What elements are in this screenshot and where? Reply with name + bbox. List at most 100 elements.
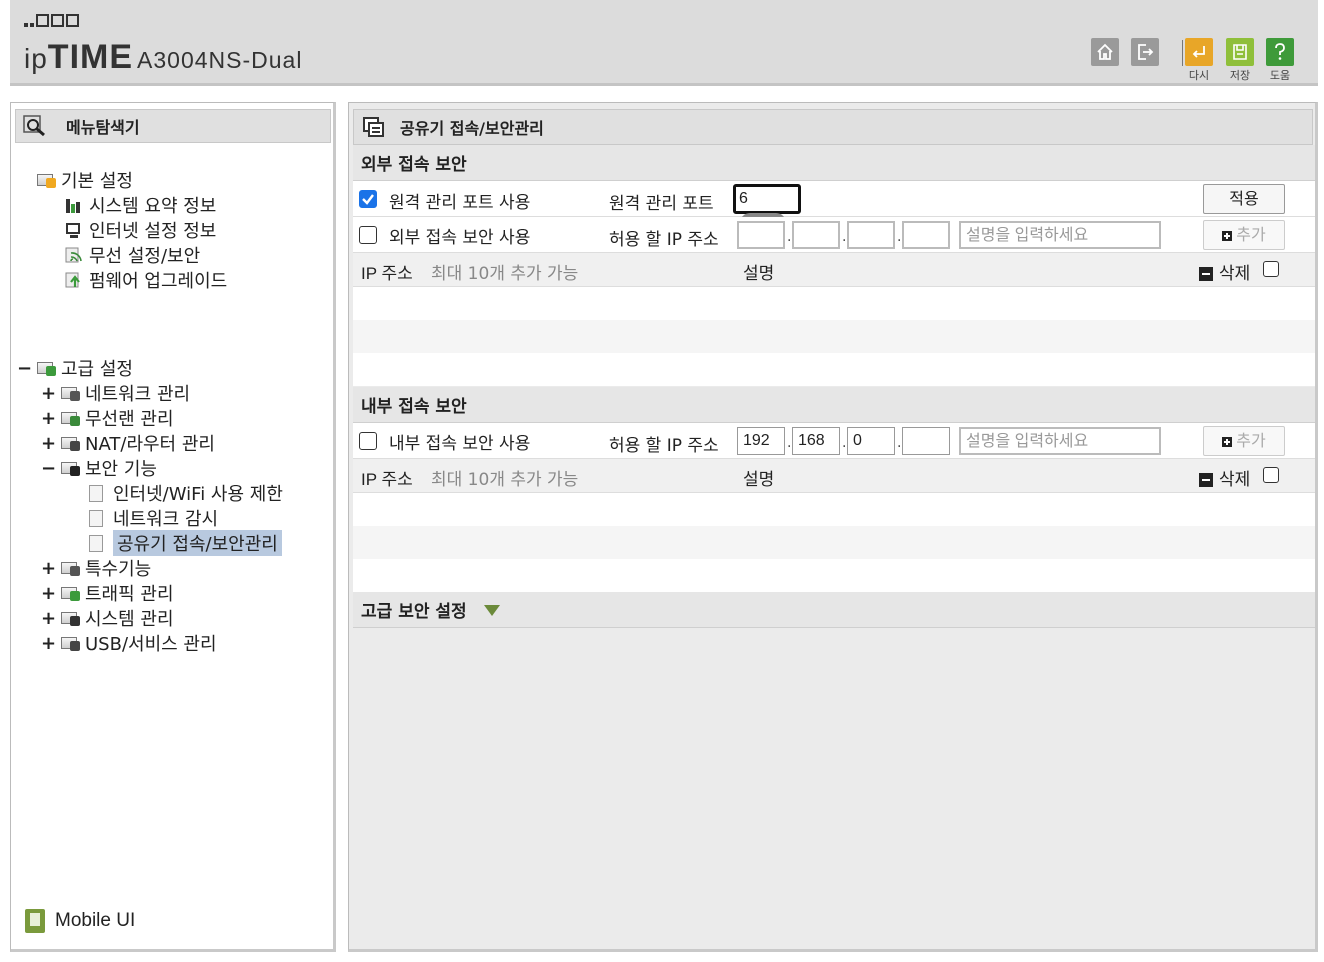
header-bar: ipTIME A3004NS-Dual 다시 저장 도움	[10, 0, 1318, 86]
tree-label: 트래픽 관리	[85, 584, 174, 605]
window-icon	[363, 117, 384, 137]
expand-toggle[interactable]: +	[41, 583, 56, 604]
upgrade-icon	[65, 272, 83, 288]
home-button[interactable]	[1091, 38, 1119, 66]
ext-add-button[interactable]: 추가	[1203, 220, 1285, 250]
expand-toggle[interactable]: +	[41, 408, 56, 429]
expand-toggle[interactable]: +	[41, 383, 56, 404]
external-list-row	[353, 353, 1315, 386]
tree-item-nat-router[interactable]: + NAT/라우터 관리	[41, 430, 215, 456]
tree-item-internet-wifi-limit[interactable]: 인터넷/WiFi 사용 제한	[89, 480, 283, 506]
redo-icon	[1192, 46, 1205, 58]
int-ip-octet-3[interactable]: 0	[847, 427, 895, 455]
tree-item-special[interactable]: + 특수기능	[41, 555, 151, 581]
expand-toggle[interactable]: +	[41, 633, 56, 654]
tree-item-wireless-security[interactable]: 무선 설정/보안	[65, 242, 200, 268]
allowed-ip-label: 허용 할 IP 주소	[609, 230, 719, 250]
list-hint: 최대 10개 추가 가능	[431, 470, 579, 490]
int-ip-octet-1[interactable]: 192	[737, 427, 785, 455]
menu-explorer-panel: 메뉴탐색기 기본 설정 시스템 요약 정보 인터넷 설정 정보 무선 설정/보안…	[10, 102, 336, 952]
collapse-toggle[interactable]: −	[17, 358, 32, 379]
external-security-checkbox-label: 외부 접속 보안 사용	[389, 228, 531, 248]
ext-ip-octet-4[interactable]	[902, 221, 950, 249]
expand-toggle[interactable]: +	[41, 558, 56, 579]
tree-item-system-summary[interactable]: 시스템 요약 정보	[65, 192, 216, 218]
search-icon	[23, 115, 45, 137]
ext-ip-octet-2[interactable]	[792, 221, 840, 249]
tree-item-traffic[interactable]: + 트래픽 관리	[41, 580, 174, 606]
tree-label: 특수기능	[85, 559, 152, 580]
redo-button[interactable]	[1185, 38, 1213, 66]
advanced-security-toggle[interactable]: 고급 보안 설정	[353, 592, 1315, 628]
tree-label: 무선 설정/보안	[89, 246, 201, 267]
save-button[interactable]	[1226, 38, 1254, 66]
save-label: 저장	[1229, 69, 1251, 82]
menu-explorer-title: 메뉴탐색기	[15, 109, 331, 143]
page-icon	[89, 484, 103, 502]
ip-dot: .	[842, 229, 847, 245]
tree-label: 고급 설정	[61, 359, 133, 380]
help-button[interactable]	[1266, 38, 1294, 66]
internal-security-checkbox[interactable]	[359, 432, 377, 450]
internal-list-row	[353, 526, 1315, 559]
bar-chart-icon	[65, 197, 83, 213]
remote-port-input[interactable]: 6	[733, 184, 801, 233]
tree-item-network-manage[interactable]: + 네트워크 관리	[41, 380, 190, 406]
expand-toggle[interactable]: +	[41, 608, 56, 629]
tree-item-firmware-upgrade[interactable]: 펌웨어 업그레이드	[65, 267, 227, 293]
tree-advanced-settings[interactable]: − 고급 설정	[17, 355, 133, 381]
tree-item-internet-info[interactable]: 인터넷 설정 정보	[65, 217, 216, 243]
phone-icon	[25, 909, 45, 933]
int-ip-octet-2[interactable]: 168	[792, 427, 840, 455]
logout-button[interactable]	[1131, 38, 1159, 66]
network-folder-icon	[61, 385, 80, 401]
help-label: 도움	[1269, 69, 1291, 82]
wifi-folder-icon	[61, 410, 80, 426]
delete-header: 삭제	[1199, 465, 1250, 490]
int-add-button[interactable]: 추가	[1203, 426, 1285, 456]
expand-toggle[interactable]: +	[41, 433, 56, 454]
apply-button[interactable]: 적용	[1203, 184, 1285, 214]
brand-dots-logo	[24, 8, 81, 27]
tree-label: 펌웨어 업그레이드	[89, 271, 228, 292]
tree-label: 시스템 관리	[85, 609, 174, 630]
external-security-checkbox[interactable]	[359, 226, 377, 244]
ext-ip-octet-1[interactable]	[737, 221, 785, 249]
int-ip-octet-4[interactable]	[902, 427, 950, 455]
ext-description-input[interactable]: 설명을 입력하세요	[959, 221, 1161, 249]
remote-port-checkbox[interactable]	[359, 190, 377, 208]
tree-basic-settings[interactable]: 기본 설정	[37, 167, 133, 193]
ext-ip-octet-3[interactable]	[847, 221, 895, 249]
tree-label: 시스템 요약 정보	[89, 196, 217, 217]
remote-port-row: 원격 관리 포트 사용 원격 관리 포트 6 적용	[353, 181, 1315, 233]
internal-list-row	[353, 493, 1315, 526]
tree-item-security[interactable]: − 보안 기능	[41, 455, 157, 481]
int-select-all-checkbox[interactable]	[1263, 467, 1279, 483]
tree-item-router-access-security[interactable]: 공유기 접속/보안관리	[89, 530, 282, 556]
mobile-ui-link[interactable]: Mobile UI	[25, 909, 135, 933]
delete-label: 삭제	[1219, 264, 1251, 284]
tree-label: 네트워크 감시	[113, 509, 219, 530]
tree-label: 무선랜 관리	[85, 409, 174, 430]
tree-item-system-manage[interactable]: + 시스템 관리	[41, 605, 174, 631]
collapse-toggle[interactable]: −	[41, 458, 56, 479]
external-security-heading: 외부 접속 보안	[353, 145, 1315, 181]
tree-item-wlan-manage[interactable]: + 무선랜 관리	[41, 405, 174, 431]
int-description-input[interactable]: 설명을 입력하세요	[959, 427, 1161, 455]
tree-item-network-monitor[interactable]: 네트워크 감시	[89, 505, 218, 531]
help-icon	[1275, 43, 1285, 60]
tree-item-usb-service[interactable]: + USB/서비스 관리	[41, 630, 217, 656]
content-panel: 공유기 접속/보안관리 외부 접속 보안 원격 관리 포트 사용 원격 관리 포…	[348, 102, 1318, 952]
external-list-header: IP 주소 최대 10개 추가 가능 설명 삭제	[353, 253, 1315, 287]
home-icon	[1097, 43, 1113, 60]
ip-dot: .	[897, 229, 902, 245]
page-title: 공유기 접속/보안관리	[400, 119, 544, 138]
folder-icon	[37, 360, 56, 376]
tree-label: NAT/라우터 관리	[85, 434, 215, 455]
tree-label-selected: 공유기 접속/보안관리	[113, 530, 282, 556]
delete-label: 삭제	[1219, 470, 1251, 490]
remote-port-value: 6	[739, 190, 748, 207]
brand-prefix: ip	[24, 43, 48, 74]
wifi-icon	[65, 247, 83, 263]
ext-select-all-checkbox[interactable]	[1263, 261, 1279, 277]
